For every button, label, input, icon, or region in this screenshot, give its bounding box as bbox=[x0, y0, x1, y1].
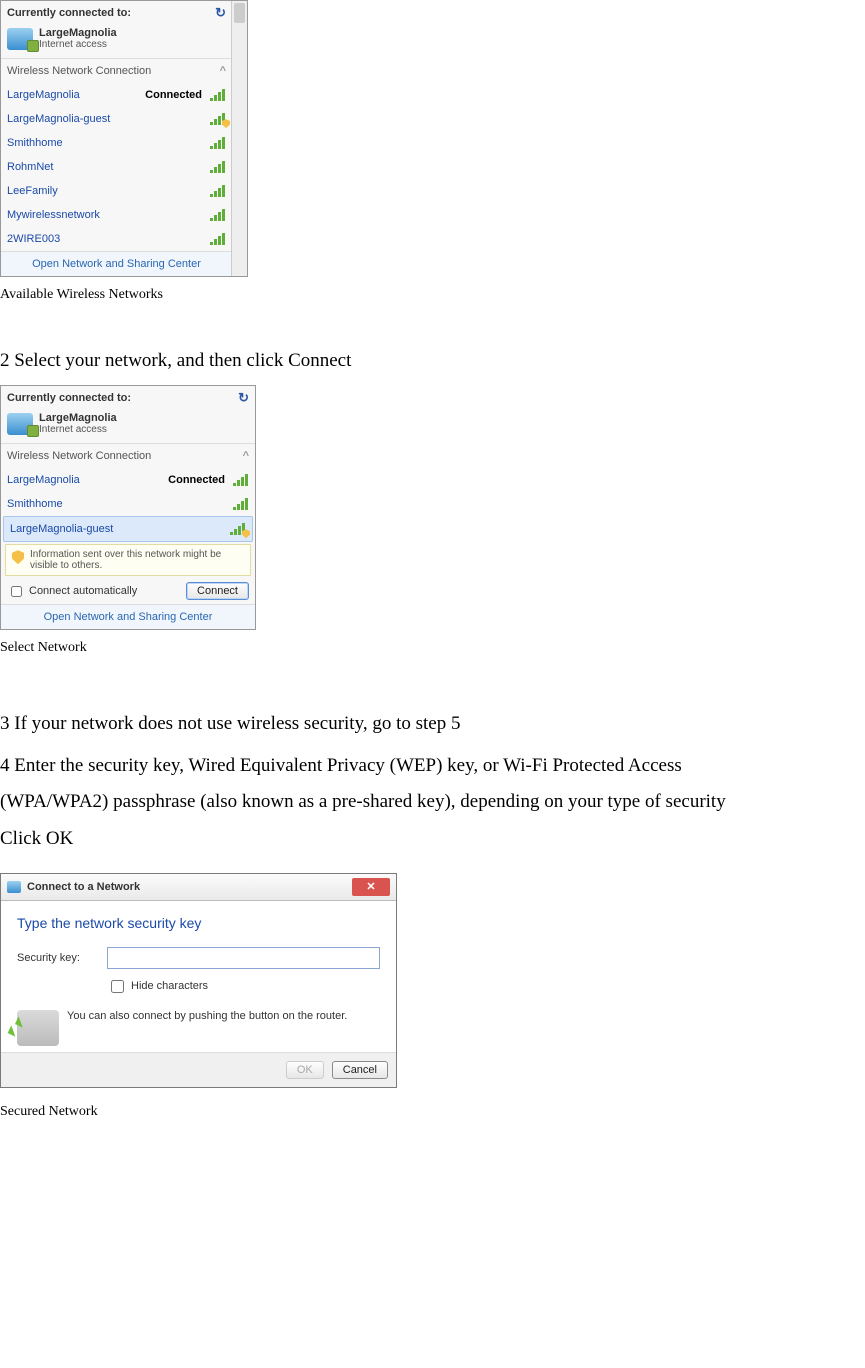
connect-button[interactable]: Connect bbox=[186, 582, 249, 600]
network-name: LargeMagnolia-guest bbox=[7, 113, 206, 125]
wifi-popup-1: Currently connected to: ↻ LargeMagnolia … bbox=[0, 0, 248, 277]
security-key-label: Security key: bbox=[17, 952, 97, 964]
open-network-center-link[interactable]: Open Network and Sharing Center bbox=[1, 251, 232, 276]
signal-icon bbox=[210, 113, 226, 125]
security-key-input[interactable] bbox=[107, 947, 380, 969]
security-warning: Information sent over this network might… bbox=[5, 544, 251, 576]
close-icon[interactable]: ✕ bbox=[352, 878, 390, 896]
hide-characters-label: Hide characters bbox=[131, 980, 208, 992]
section-label: Wireless Network Connection bbox=[7, 65, 151, 77]
network-item[interactable]: LargeMagnolia Connected bbox=[1, 83, 232, 107]
step-4-line1: 4 Enter the security key, Wired Equivale… bbox=[0, 748, 865, 784]
dialog-icon bbox=[7, 881, 21, 893]
network-name: Smithhome bbox=[7, 498, 229, 510]
network-item[interactable]: LargeMagnolia-guest bbox=[3, 516, 253, 542]
network-item[interactable]: 2WIRE003 bbox=[1, 227, 232, 251]
network-name: Mywirelessnetwork bbox=[7, 209, 206, 221]
signal-icon bbox=[233, 498, 249, 510]
network-name: RohmNet bbox=[7, 161, 206, 173]
step-2: 2 Select your network, and then click Co… bbox=[0, 343, 865, 379]
ok-button[interactable]: OK bbox=[286, 1061, 324, 1079]
network-item[interactable]: LargeMagnolia Connected bbox=[1, 468, 255, 492]
dialog-caption: Secured Network bbox=[0, 1104, 865, 1120]
network-name: LargeMagnolia bbox=[7, 474, 164, 486]
signal-icon bbox=[210, 89, 226, 101]
dialog-title: Connect to a Network bbox=[27, 881, 140, 893]
section-label: Wireless Network Connection bbox=[7, 450, 151, 462]
network-status: Connected bbox=[145, 89, 202, 101]
network-name: LargeMagnolia bbox=[7, 89, 141, 101]
network-name: LargeMagnolia-guest bbox=[10, 523, 226, 535]
hide-characters-checkbox[interactable] bbox=[111, 980, 124, 993]
header-label: Currently connected to: bbox=[7, 392, 131, 404]
open-network-center-link[interactable]: Open Network and Sharing Center bbox=[1, 604, 255, 629]
scrollbar[interactable] bbox=[231, 1, 247, 276]
step-3: 3 If your network does not use wireless … bbox=[0, 706, 865, 742]
current-network-name: LargeMagnolia bbox=[39, 27, 117, 39]
refresh-icon[interactable]: ↻ bbox=[238, 390, 249, 406]
figure1-caption: Available Wireless Networks bbox=[0, 287, 865, 303]
network-name: LeeFamily bbox=[7, 185, 206, 197]
header-label: Currently connected to: bbox=[7, 7, 131, 19]
network-item[interactable]: LargeMagnolia-guest bbox=[1, 107, 232, 131]
wifi-popup-2: Currently connected to: ↻ LargeMagnolia … bbox=[0, 385, 256, 630]
router-hint-text: You can also connect by pushing the butt… bbox=[67, 1010, 347, 1022]
signal-icon bbox=[210, 233, 226, 245]
chevron-up-icon[interactable]: ^ bbox=[243, 450, 249, 462]
network-item[interactable]: LeeFamily bbox=[1, 179, 232, 203]
figure2-caption: Select Network bbox=[0, 640, 865, 656]
step-4-line2: (WPA/WPA2) passphrase (also known as a p… bbox=[0, 784, 865, 820]
network-item[interactable]: Smithhome bbox=[1, 492, 255, 516]
step-4-line3: Click OK bbox=[0, 821, 865, 857]
network-item[interactable]: Mywirelessnetwork bbox=[1, 203, 232, 227]
security-key-dialog: Connect to a Network ✕ Type the network … bbox=[0, 873, 397, 1088]
network-icon bbox=[7, 28, 33, 50]
cancel-button[interactable]: Cancel bbox=[332, 1061, 388, 1079]
network-item[interactable]: Smithhome bbox=[1, 131, 232, 155]
network-item[interactable]: RohmNet bbox=[1, 155, 232, 179]
chevron-up-icon[interactable]: ^ bbox=[220, 65, 226, 77]
router-icon bbox=[17, 1010, 59, 1046]
signal-icon bbox=[233, 474, 249, 486]
current-network-sub: Internet access bbox=[39, 39, 117, 50]
network-name: Smithhome bbox=[7, 137, 206, 149]
network-name: 2WIRE003 bbox=[7, 233, 206, 245]
signal-icon bbox=[210, 137, 226, 149]
network-status: Connected bbox=[168, 474, 225, 486]
current-network-name: LargeMagnolia bbox=[39, 412, 117, 424]
signal-icon bbox=[210, 185, 226, 197]
signal-icon bbox=[210, 209, 226, 221]
shield-icon bbox=[12, 550, 24, 564]
signal-icon bbox=[230, 523, 246, 535]
dialog-instruction: Type the network security key bbox=[17, 915, 380, 931]
current-network-sub: Internet access bbox=[39, 424, 117, 435]
network-icon bbox=[7, 413, 33, 435]
connect-auto-checkbox[interactable]: Connect automatically bbox=[7, 583, 137, 600]
signal-icon bbox=[210, 161, 226, 173]
refresh-icon[interactable]: ↻ bbox=[215, 5, 226, 21]
